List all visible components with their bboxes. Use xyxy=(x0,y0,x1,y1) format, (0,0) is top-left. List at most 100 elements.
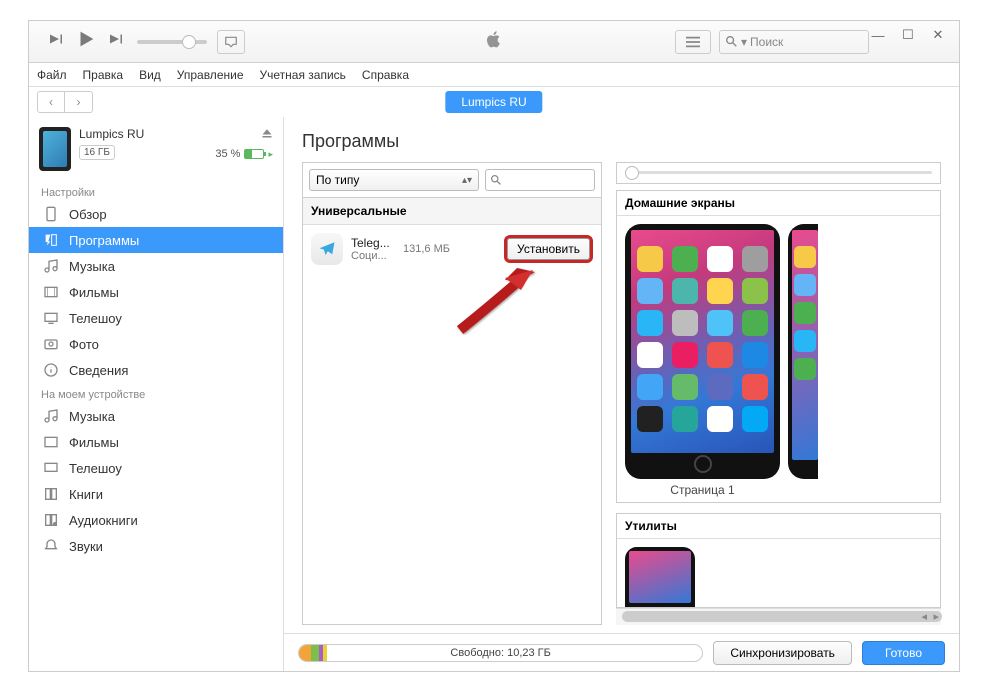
menubar: Файл Правка Вид Управление Учетная запис… xyxy=(29,63,959,87)
app-subcategory: Соци... xyxy=(351,250,390,262)
sidebar-item-dev-tones[interactable]: Звуки xyxy=(29,533,283,559)
nav-row: ‹ › Lumpics RU xyxy=(29,87,959,117)
screens-column: Домашние экраны Страница 1 xyxy=(616,162,941,625)
app-icon xyxy=(742,406,768,432)
sidebar-item-music[interactable]: Музыка xyxy=(29,253,283,279)
nav-forward-button[interactable]: › xyxy=(65,91,93,113)
sidebar-item-info[interactable]: Сведения xyxy=(29,357,283,383)
phone-preview xyxy=(625,224,780,479)
sidebar-item-dev-tv[interactable]: Телешоу xyxy=(29,455,283,481)
menu-help[interactable]: Справка xyxy=(362,68,409,82)
list-view-button[interactable] xyxy=(675,30,711,54)
device-name: Lumpics RU xyxy=(79,127,207,141)
app-icon xyxy=(742,342,768,368)
utilities-panel: Утилиты xyxy=(616,513,941,608)
sidebar-item-dev-books[interactable]: Книги xyxy=(29,481,283,507)
app-icon xyxy=(637,310,663,336)
eject-button[interactable] xyxy=(261,127,273,142)
page-label: Страница 1 xyxy=(625,483,780,497)
app-icon xyxy=(672,342,698,368)
volume-slider[interactable] xyxy=(137,40,207,44)
previous-button[interactable] xyxy=(47,30,65,53)
app-icon xyxy=(672,406,698,432)
app-icon xyxy=(637,374,663,400)
app-icon xyxy=(637,278,663,304)
main-area: Программы По типу▴▾ Универсальные Teleg.… xyxy=(284,117,959,671)
home-screen-page[interactable]: Страница 1 xyxy=(625,224,780,494)
app-icon xyxy=(637,246,663,272)
home-screens-title: Домашние экраны xyxy=(617,191,940,216)
done-button[interactable]: Готово xyxy=(862,641,945,665)
app-icon xyxy=(637,406,663,432)
sidebar-item-photos[interactable]: Фото xyxy=(29,331,283,357)
app-icon xyxy=(707,246,733,272)
settings-section-label: Настройки xyxy=(29,181,283,201)
search-placeholder: Поиск xyxy=(750,35,783,49)
play-button[interactable] xyxy=(75,28,97,55)
app-icon xyxy=(707,342,733,368)
apps-search-input[interactable] xyxy=(485,169,595,191)
utilities-title: Утилиты xyxy=(617,514,940,539)
app-icon xyxy=(672,278,698,304)
app-icon xyxy=(794,302,816,324)
sidebar-item-tvshows[interactable]: Телешоу xyxy=(29,305,283,331)
zoom-slider[interactable] xyxy=(616,162,941,184)
app-window: ▾Поиск — ☐ ✕ Файл Правка Вид Управление … xyxy=(28,20,960,672)
device-pill[interactable]: Lumpics RU xyxy=(445,91,542,113)
app-icon xyxy=(707,310,733,336)
sidebar-item-movies[interactable]: Фильмы xyxy=(29,279,283,305)
playback-controls xyxy=(47,28,125,55)
menu-view[interactable]: Вид xyxy=(139,68,161,82)
battery-indicator: 35 % ▸ xyxy=(215,148,273,160)
app-icon xyxy=(794,274,816,296)
app-icon xyxy=(742,278,768,304)
app-row[interactable]: Teleg... Соци... 131,6 МБ Установить xyxy=(303,225,601,273)
airplay-button[interactable] xyxy=(217,30,245,54)
close-button[interactable]: ✕ xyxy=(923,25,953,45)
device-capacity: 16 ГБ xyxy=(79,145,115,160)
sort-select[interactable]: По типу▴▾ xyxy=(309,169,479,191)
storage-free-text: Свободно: 10,23 ГБ xyxy=(299,647,702,659)
app-icon xyxy=(794,330,816,352)
device-thumbnail-icon xyxy=(39,127,71,171)
menu-edit[interactable]: Правка xyxy=(83,68,124,82)
battery-icon xyxy=(244,149,264,159)
horizontal-scrollbar[interactable]: ◂▸ xyxy=(616,608,941,625)
sidebar-item-overview[interactable]: Обзор xyxy=(29,201,283,227)
minimize-button[interactable]: — xyxy=(863,25,893,45)
home-button-icon xyxy=(694,455,712,473)
app-icon xyxy=(742,310,768,336)
menu-file[interactable]: Файл xyxy=(37,68,67,82)
next-button[interactable] xyxy=(107,30,125,53)
sidebar-item-dev-music[interactable]: Музыка xyxy=(29,403,283,429)
battery-percent: 35 % xyxy=(215,148,240,160)
chevron-updown-icon: ▴▾ xyxy=(462,175,472,186)
sync-button[interactable]: Синхронизировать xyxy=(713,641,852,665)
app-name: Teleg... xyxy=(351,236,390,250)
app-category-header: Универсальные xyxy=(303,198,601,225)
sidebar-item-dev-movies[interactable]: Фильмы xyxy=(29,429,283,455)
device-header: Lumpics RU 16 ГБ 35 % ▸ xyxy=(29,117,283,181)
home-screens-panel: Домашние экраны Страница 1 xyxy=(616,190,941,503)
search-input[interactable]: ▾Поиск xyxy=(719,30,869,54)
app-icon xyxy=(672,374,698,400)
utilities-phone-preview[interactable] xyxy=(625,547,695,607)
ondevice-section-label: На моем устройстве xyxy=(29,383,283,403)
phone-preview-partial[interactable] xyxy=(788,224,818,479)
maximize-button[interactable]: ☐ xyxy=(893,25,923,45)
sidebar-item-dev-audiobooks[interactable]: Аудиокниги xyxy=(29,507,283,533)
app-icon xyxy=(672,246,698,272)
install-button[interactable]: Установить xyxy=(504,235,593,263)
menu-account[interactable]: Учетная запись xyxy=(260,68,346,82)
apple-logo-icon xyxy=(484,29,504,54)
nav-back-button[interactable]: ‹ xyxy=(37,91,65,113)
app-icon xyxy=(794,358,816,380)
footer: Свободно: 10,23 ГБ Синхронизировать Гото… xyxy=(284,633,959,671)
app-icon xyxy=(637,342,663,368)
app-size: 131,6 МБ xyxy=(403,243,450,255)
menu-controls[interactable]: Управление xyxy=(177,68,244,82)
sidebar-item-apps[interactable]: Программы xyxy=(29,227,283,253)
app-icon xyxy=(672,310,698,336)
app-icon xyxy=(742,246,768,272)
apps-column: По типу▴▾ Универсальные Teleg... Соци...… xyxy=(302,162,602,625)
